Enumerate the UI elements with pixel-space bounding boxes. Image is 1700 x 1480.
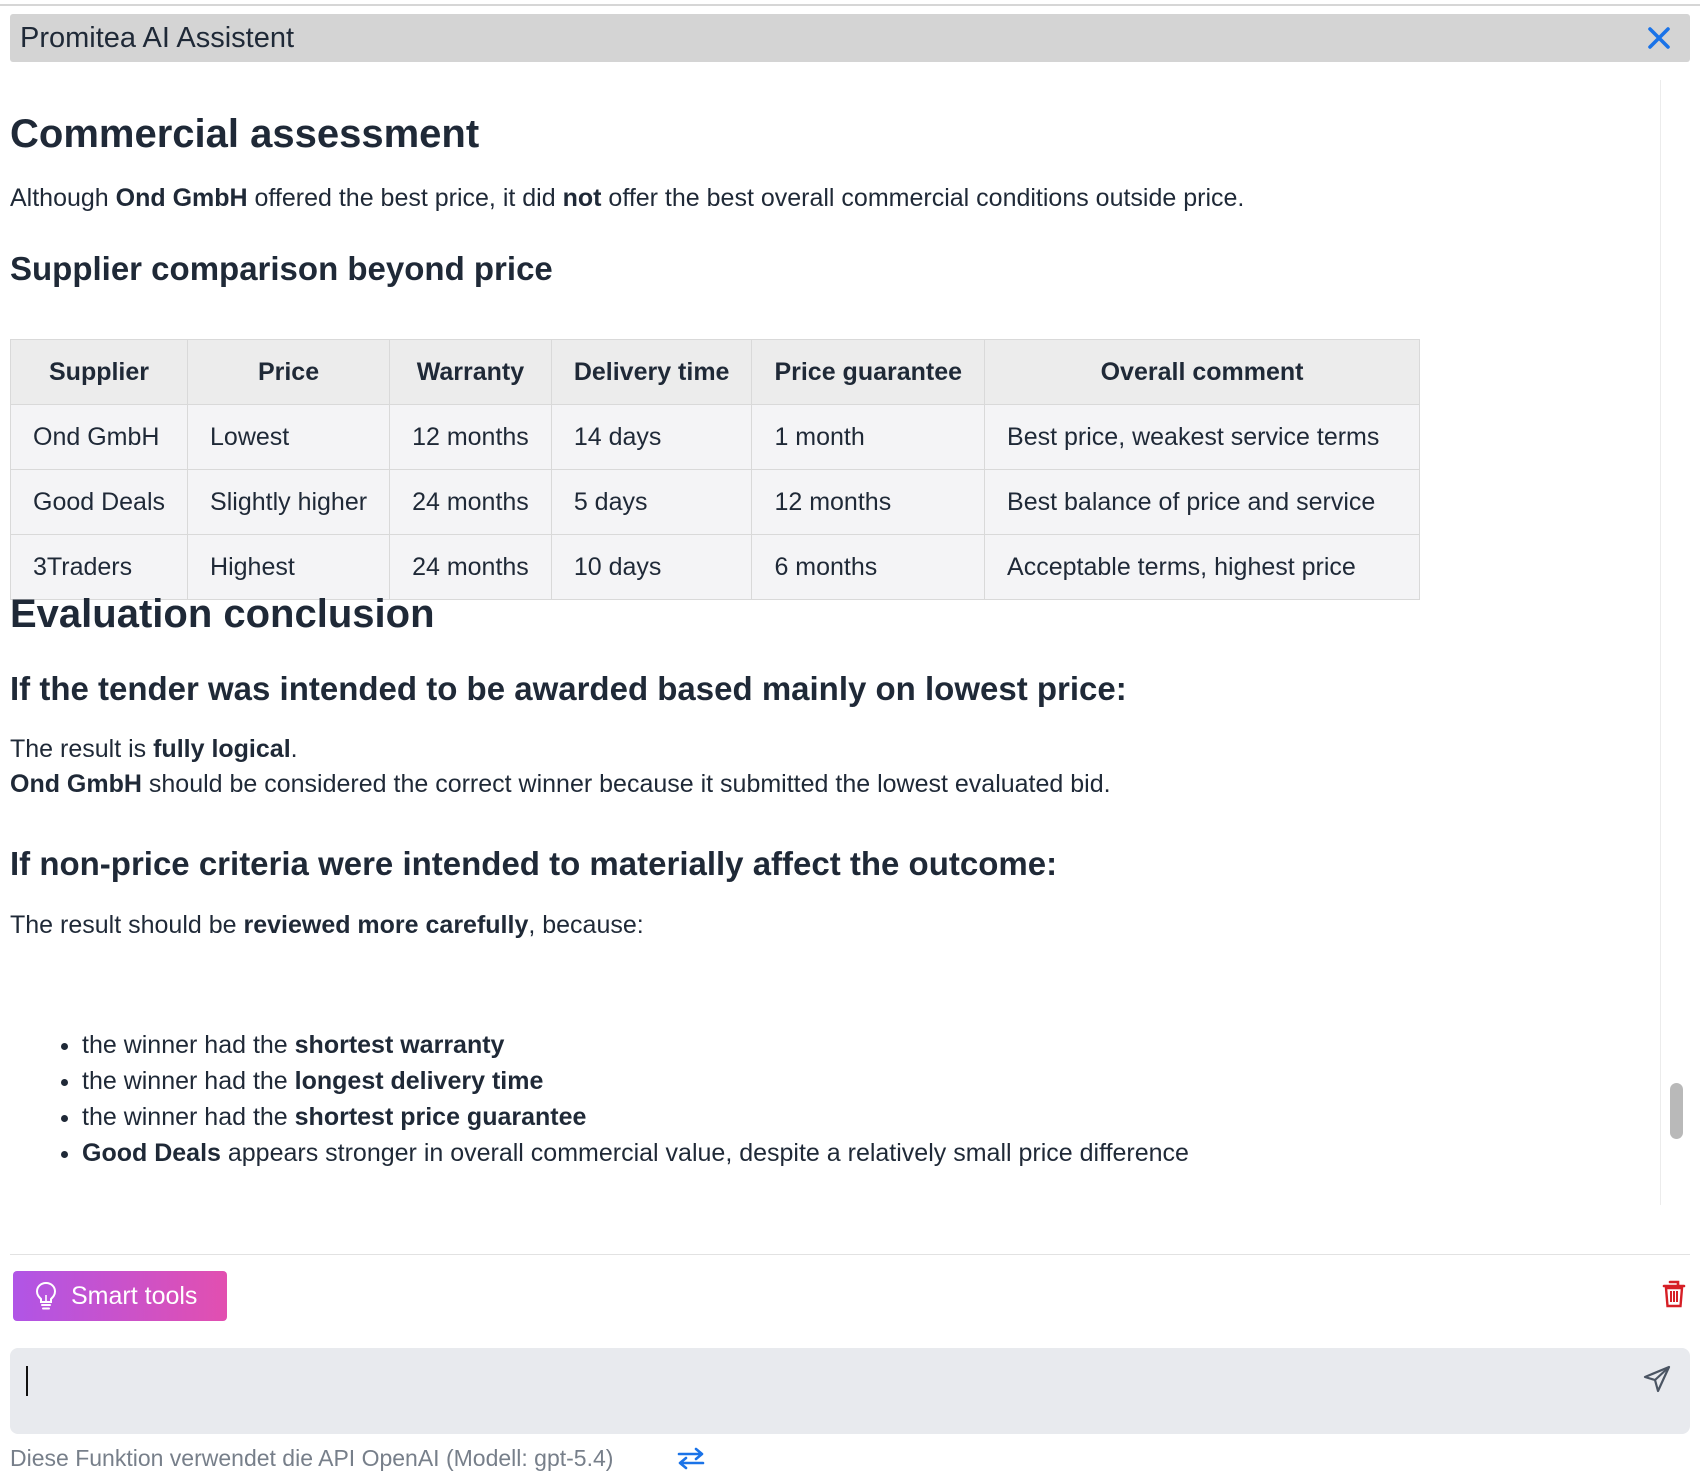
table-cell: 1 month <box>751 404 986 470</box>
list-item: the winner had the longest delivery time <box>82 1063 1189 1099</box>
trash-icon[interactable] <box>1662 1280 1686 1308</box>
list-item: Good Deals appears stronger in overall c… <box>82 1135 1189 1171</box>
table-cell: Best price, weakest service terms <box>984 404 1421 470</box>
content-scrollbar-thumb[interactable] <box>1670 1083 1683 1139</box>
table-cell: 24 months <box>389 469 552 535</box>
heading-supplier-comparison: Supplier comparison beyond price <box>10 250 553 287</box>
table-cell: 12 months <box>389 404 552 470</box>
composer-divider <box>10 1254 1690 1255</box>
table-header-row: Supplier Price Warranty Delivery time Pr… <box>10 339 1421 405</box>
heading-evaluation-conclusion: Evaluation conclusion <box>10 592 435 636</box>
supplier-comparison-table: Supplier Price Warranty Delivery time Pr… <box>10 339 1421 600</box>
message-input[interactable] <box>10 1348 1690 1434</box>
table-cell: Acceptable terms, highest price <box>984 534 1421 600</box>
table-row: 3Traders Highest 24 months 10 days 6 mon… <box>10 534 1421 600</box>
api-info-text: Diese Funktion verwendet die API OpenAI … <box>10 1445 614 1471</box>
table-cell: 24 months <box>389 534 552 600</box>
table-cell: Best balance of price and service <box>984 469 1421 535</box>
lowest-price-winner-line: Ond GmbH should be considered the correc… <box>10 770 1111 798</box>
send-icon[interactable] <box>1642 1364 1672 1394</box>
text-caret <box>26 1366 28 1396</box>
swap-arrows-icon[interactable] <box>676 1446 706 1470</box>
table-cell: Good Deals <box>10 469 189 535</box>
intro-paragraph: Although Ond GmbH offered the best price… <box>10 184 1245 212</box>
column-header: Price guarantee <box>751 339 986 405</box>
table-cell: 6 months <box>751 534 986 600</box>
chat-message-content: Commercial assessment Although Ond GmbH … <box>10 80 1655 1200</box>
table-cell: 5 days <box>550 469 753 535</box>
heading-non-price-case: If non-price criteria were intended to m… <box>10 845 1058 882</box>
assistant-title-bar: Promitea AI Assistent <box>10 14 1690 62</box>
lowest-price-result-line: The result is fully logical. <box>10 735 298 763</box>
list-item: the winner had the shortest price guaran… <box>82 1099 1189 1135</box>
smart-tools-label: Smart tools <box>71 1282 198 1310</box>
table-cell: 10 days <box>550 534 753 600</box>
review-reasons-list: the winner had the shortest warranty the… <box>10 1027 1189 1171</box>
table-cell: Ond GmbH <box>10 404 189 470</box>
table-row: Good Deals Slightly higher 24 months 5 d… <box>10 469 1421 535</box>
table-cell: Slightly higher <box>187 469 391 535</box>
column-header: Price <box>187 339 391 405</box>
review-result-line: The result should be reviewed more caref… <box>10 911 644 939</box>
heading-commercial-assessment: Commercial assessment <box>10 112 480 156</box>
list-item: the winner had the shortest warranty <box>82 1027 1189 1063</box>
table-cell: 3Traders <box>10 534 189 600</box>
column-header: Delivery time <box>550 339 753 405</box>
heading-lowest-price-case: If the tender was intended to be awarded… <box>10 670 1127 707</box>
smart-tools-button[interactable]: Smart tools <box>13 1271 227 1321</box>
column-header: Overall comment <box>984 339 1421 405</box>
table-cell: Highest <box>187 534 391 600</box>
column-header: Supplier <box>10 339 189 405</box>
table-cell: 14 days <box>550 404 753 470</box>
table-cell: Lowest <box>187 404 391 470</box>
window-title: Promitea AI Assistent <box>20 22 295 54</box>
lightbulb-icon <box>35 1281 57 1310</box>
top-divider <box>0 4 1700 6</box>
table-cell: 12 months <box>751 469 986 535</box>
close-icon[interactable] <box>1646 25 1672 51</box>
content-scrollbar-track[interactable] <box>1660 80 1688 1205</box>
table-row: Ond GmbH Lowest 12 months 14 days 1 mont… <box>10 404 1421 470</box>
column-header: Warranty <box>389 339 552 405</box>
